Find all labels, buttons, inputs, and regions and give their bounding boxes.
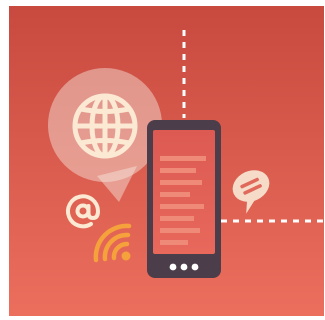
smartphone-icon [147, 120, 221, 278]
illustration-svg [9, 6, 324, 316]
canvas [0, 0, 325, 320]
phone-home-dots [169, 263, 199, 271]
communication-illustration [9, 6, 324, 316]
globe-icon [72, 93, 138, 159]
